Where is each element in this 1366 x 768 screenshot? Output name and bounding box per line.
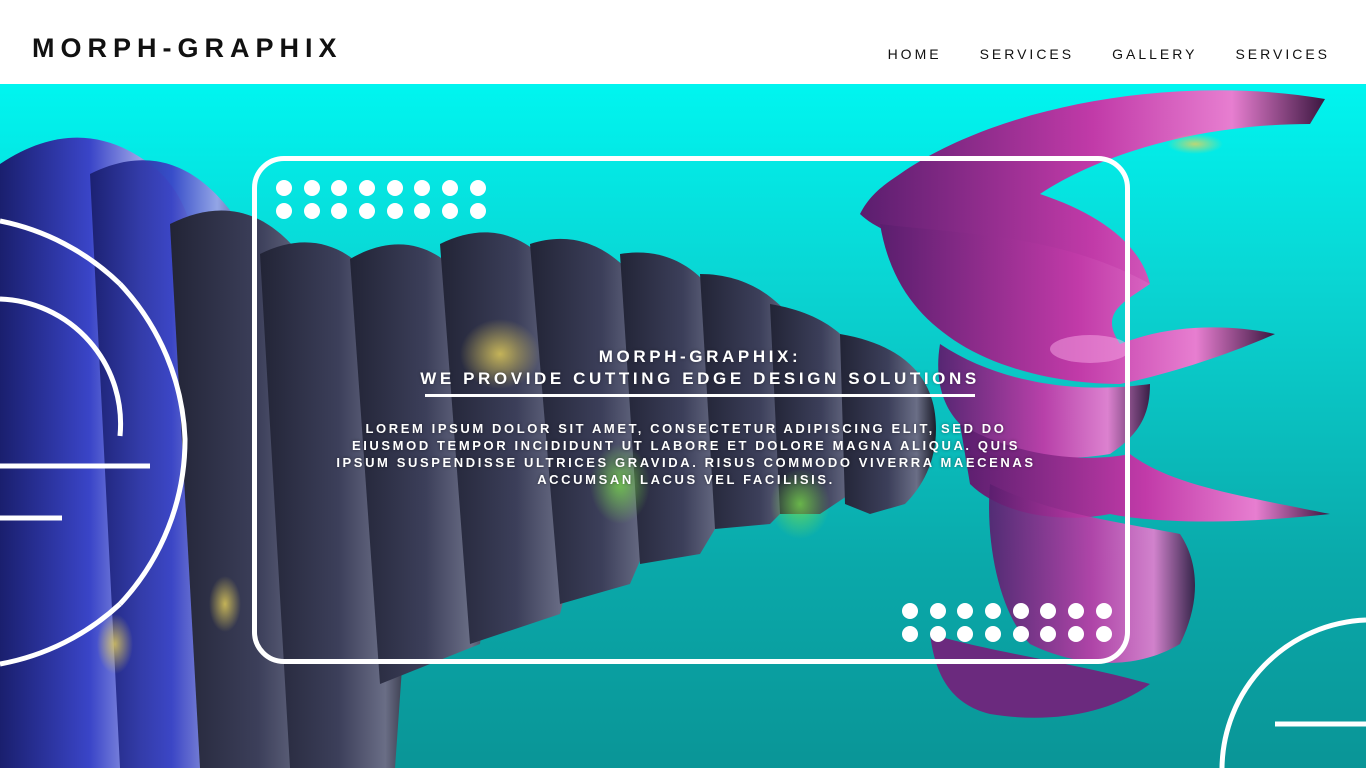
- site-header: MORPH-GRAPHIX HOME SERVICES GALLERY SERV…: [0, 0, 1366, 84]
- hero-title-line1: MORPH-GRAPHIX:: [598, 347, 802, 366]
- site-logo[interactable]: MORPH-GRAPHIX: [32, 30, 343, 66]
- nav-services[interactable]: SERVICES: [980, 45, 1075, 63]
- nav-services-2[interactable]: SERVICES: [1235, 45, 1330, 63]
- dot-pattern-top-left: [276, 180, 486, 219]
- nav-home[interactable]: HOME: [888, 45, 942, 63]
- hero-title-line2: WE PROVIDE CUTTING EDGE DESIGN SOLUTIONS: [420, 369, 980, 388]
- dot-pattern-bottom-right: [902, 603, 1112, 642]
- nav-gallery[interactable]: GALLERY: [1112, 45, 1197, 63]
- hero-body-text: LOREM IPSUM DOLOR SIT AMET, CONSECTETUR …: [336, 421, 1036, 487]
- main-nav: HOME SERVICES GALLERY SERVICES: [850, 45, 1330, 63]
- hero-section: MORPH-GRAPHIX: WE PROVIDE CUTTING EDGE D…: [0, 84, 1366, 768]
- content-frame: [252, 156, 1130, 664]
- hero-title: MORPH-GRAPHIX: WE PROVIDE CUTTING EDGE D…: [330, 346, 1070, 397]
- title-underline: [425, 394, 975, 397]
